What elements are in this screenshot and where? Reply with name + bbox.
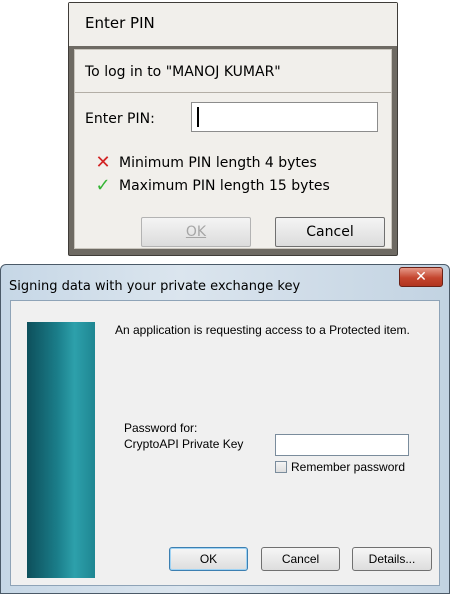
requirement-text: Minimum PIN length 4 bytes	[119, 155, 317, 171]
banner-image	[27, 322, 95, 578]
requirement-min-length: ✕ Minimum PIN length 4 bytes	[93, 152, 317, 173]
ok-button[interactable]: OK	[141, 217, 251, 247]
details-button[interactable]: Details...	[352, 547, 432, 571]
key-name: CryptoAPI Private Key	[124, 437, 244, 451]
pin-input[interactable]	[191, 102, 378, 132]
text-caret	[197, 107, 199, 127]
cancel-button[interactable]: Cancel	[275, 217, 385, 247]
password-for-label: Password for:	[124, 421, 198, 435]
remember-password-label: Remember password	[291, 460, 406, 474]
password-input[interactable]	[275, 434, 409, 456]
login-target-text: To log in to "MANOJ KUMAR"	[85, 64, 281, 80]
ok-button-label: OK	[199, 552, 218, 566]
requirement-max-length: ✓ Maximum PIN length 15 bytes	[93, 175, 330, 196]
close-button[interactable]: ✕	[399, 267, 443, 287]
requirement-text: Maximum PIN length 15 bytes	[119, 178, 330, 194]
red-x-icon: ✕	[95, 152, 111, 173]
ok-button[interactable]: OK	[169, 547, 248, 571]
cancel-button[interactable]: Cancel	[261, 547, 340, 571]
close-icon: ✕	[415, 269, 427, 285]
cancel-button-label: Cancel	[281, 552, 320, 566]
remember-password-row[interactable]: Remember password	[275, 460, 405, 474]
info-text: An application is requesting access to a…	[115, 323, 410, 337]
password-for-block: Password for: CryptoAPI Private Key	[124, 420, 243, 452]
details-button-label: Details...	[368, 552, 416, 566]
sign-dialog-body: An application is requesting access to a…	[10, 300, 440, 586]
pin-label: Enter PIN:	[85, 111, 155, 127]
green-check-icon: ✓	[95, 175, 111, 196]
pin-dialog-title: Enter PIN	[69, 3, 397, 47]
pin-dialog-body: To log in to "MANOJ KUMAR" Enter PIN: ✕ …	[74, 49, 392, 249]
divider	[75, 92, 391, 93]
cancel-button-label: Cancel	[306, 224, 354, 240]
sign-dialog-title: Signing data with your private exchange …	[9, 279, 301, 294]
enter-pin-dialog: Enter PIN To log in to "MANOJ KUMAR" Ent…	[68, 2, 398, 256]
signing-data-dialog: Signing data with your private exchange …	[0, 264, 450, 594]
ok-button-label: OK	[185, 224, 207, 240]
remember-password-checkbox[interactable]	[275, 461, 287, 473]
